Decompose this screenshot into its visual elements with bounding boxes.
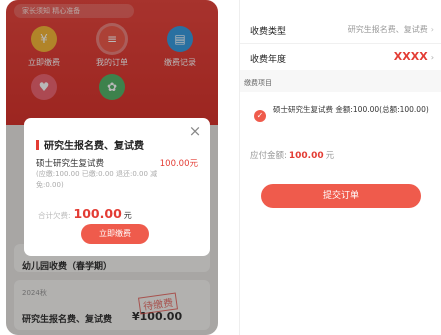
right-phone-screen: 收费类型 研究生报名费、复试费 › 收费年度 XXXX › 缴费项目 ✓ 硕士研究生… bbox=[239, 0, 441, 335]
item-price: 100.00元 bbox=[159, 159, 198, 169]
chevron-right-icon: › bbox=[430, 53, 434, 62]
chevron-right-icon: › bbox=[430, 25, 434, 34]
amount-due: 应付金额: 100.00 元 bbox=[250, 151, 335, 161]
item-detail: (应缴:100.00 已缴:0.00 退还:0.00 减免:0.00) bbox=[36, 170, 158, 189]
checked-icon[interactable]: ✓ bbox=[254, 110, 266, 122]
row-fee-type[interactable]: 收费类型 研究生报名费、复试费 › bbox=[240, 16, 441, 44]
modal-title: 研究生报名费、复试费 bbox=[36, 137, 144, 152]
row-fee-year[interactable]: 收费年度 XXXX › bbox=[240, 44, 441, 72]
left-phone-screen: 家长须知 精心准备 ¥ 立即缴费 ≡ 我的订单 ▤ 缴费记录 ♥ ✿ 幼儿园收费… bbox=[6, 0, 218, 335]
item-name: 硕士研究生复试费 bbox=[36, 159, 105, 169]
close-icon[interactable]: × bbox=[188, 124, 202, 139]
section-label: 缴费项目 bbox=[244, 79, 272, 87]
total-owed: 合计欠费: 100.00 元 bbox=[38, 206, 132, 221]
submit-order-button[interactable]: 提交订单 bbox=[261, 184, 421, 208]
pay-now-button[interactable]: 立即缴费 bbox=[81, 224, 149, 244]
fee-item[interactable]: 硕士研究生复试费 金额:100.00(总额:100.00) bbox=[273, 104, 439, 115]
payment-modal: 研究生报名费、复试费 × 硕士研究生复试费 100.00元 (应缴:100.00… bbox=[24, 118, 210, 256]
